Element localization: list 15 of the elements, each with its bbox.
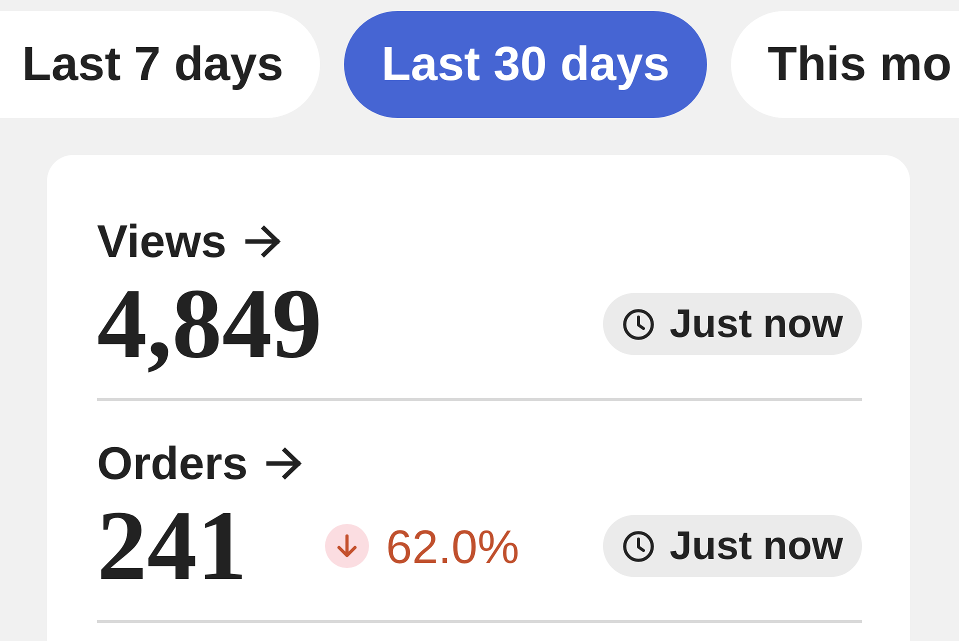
timestamp-text: Just now: [670, 526, 843, 566]
arrow-right-icon: [244, 224, 281, 258]
metric-value: 241: [97, 490, 247, 601]
arrow-right-icon: [266, 446, 302, 480]
metric-title-link[interactable]: Orders: [97, 440, 302, 486]
timestamp-text: Just now: [670, 304, 843, 344]
metric-value: 4,849: [97, 268, 322, 379]
clock-icon: [622, 308, 654, 340]
date-range-tab[interactable]: Last 30 days: [344, 11, 707, 118]
date-range-tab[interactable]: This mo: [730, 11, 959, 118]
arrow-down-icon: [325, 524, 369, 568]
metric-title-link[interactable]: Views: [97, 218, 281, 264]
clock-icon: [622, 530, 654, 562]
change-percent: 62.0%: [386, 522, 520, 570]
date-range-tab[interactable]: Last 7 days: [0, 11, 320, 118]
